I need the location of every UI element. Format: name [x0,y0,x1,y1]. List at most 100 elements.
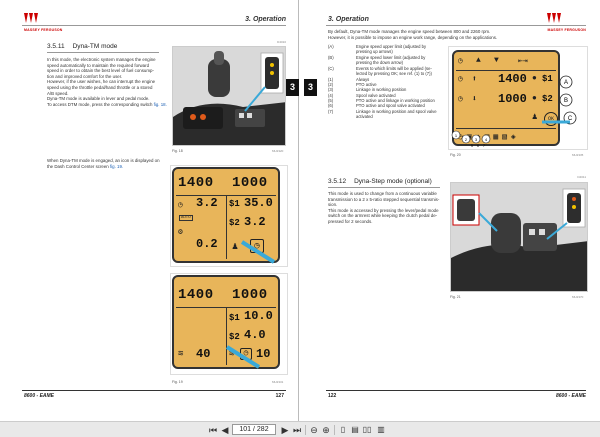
page-number-input[interactable] [232,424,276,435]
section-rule [47,52,159,53]
lcd3-clock-icon-2: ◷ [458,75,463,84]
lcd2-s2-label: $2 [229,332,240,342]
brand-logo: MASSEY FERGUSON [24,10,63,32]
list-val: pressing the down arrow) [356,60,404,65]
lcd2-pointer-arrow [225,345,261,369]
lcd1-rpm-right: 1000 [232,175,268,191]
callout-6-label: 6 [477,144,479,148]
lcd1-vdivider [226,195,227,259]
lcd3-down-arrow-icon: ⬇ [472,95,477,104]
section2-title: Dyna-Step mode (optional) [354,178,432,185]
lcd1-row4-val: 0.2 [196,237,218,251]
list-key: (C) [328,66,334,71]
section2-rule [328,187,440,188]
lcd2-left-val: 40 [196,347,211,361]
callout-5-label: 5 [471,144,473,148]
list-val: PTO active and spool valve activated [356,103,425,108]
paragraph-text: When Dyna-TM mode is engaged, an icon is… [47,158,160,169]
paragraph-dyna-tm: In this mode, the electronic system mana… [47,57,167,107]
paragraph-text: In this mode, the electronic system mana… [47,57,156,107]
two-page-continuous-icon[interactable]: ▥ [376,424,386,436]
forward-icon[interactable]: ⊕ [321,424,331,436]
right-page: 3. Operation MASSEY FERGUSON 3 By defaul… [300,0,600,421]
callout-b-label: B [564,98,568,104]
back-icon[interactable]: ⊖ [309,424,319,436]
toolbar-separator [305,425,306,435]
lcd2-s1-val: 10.0 [244,309,273,323]
list-key: (6) [328,103,334,108]
armrest-illustration [173,47,285,145]
lcd2-s1-label: $1 [229,313,240,323]
left-page: MASSEY FERGUSON 3. Operation D4010 3.5.1… [0,0,299,421]
list-key: (A) [328,44,334,49]
page-number-left: 127 [275,393,284,399]
two-page-icon[interactable]: ▯▯ [362,424,372,436]
section2-paragraph: This mode is used to change from a conti… [328,191,440,224]
lcd1-auto-badge: AUTO [179,215,193,221]
footer-rule [22,390,286,391]
lcd2-rpm-right: 1000 [232,287,268,303]
armrest-illustration-2 [451,183,587,291]
fig18-ref: MU2320 [272,149,284,153]
footer-model: 8600 - EAME [24,393,55,399]
viewer-toolbar: ⏮ ◀ ▶ ⏭ ⊖ ⊕ ▯ ▤ ▯▯ ▥ [0,421,600,437]
lcd3-clock-icon-3: ◷ [458,95,463,104]
callout-7-label: 7 [483,144,485,148]
footer-model-right: 8600 - EAME [555,393,586,399]
fig18-link[interactable]: fig. 18. [154,102,167,107]
prev-page-icon[interactable]: ◀ [220,424,230,436]
fig21-caption: Fig. 21 [450,295,461,299]
header-rule-right [326,25,586,26]
fig20-ref: MU2335 [572,153,584,157]
toolbar-separator [334,425,335,435]
lcd1-pointer-arrow [240,240,276,264]
lcd3-event-callouts: 1 2 3 4 5 6 7 [451,130,491,148]
fig19-link[interactable]: fig. 19. [110,164,123,169]
chapter-tab-3: 3 [286,79,299,96]
triple-triangle-logo-icon [24,13,38,23]
lcd1-rpm-left: 1400 [178,175,214,191]
lcd1-s1-val: 35.0 [244,196,273,210]
fig20-caption: Fig. 20 [450,153,461,157]
section-title: Dyna-TM mode [72,43,118,50]
lcd3-down-icon: ▼ [494,56,499,65]
fig19-ref: MU2331 [272,380,284,384]
list-key: (B) [328,55,334,60]
section2-number: 3.5.12 [328,178,347,185]
lcd1-s2-val: 3.2 [244,215,266,229]
intro-paragraph: By default, Dyna-TM mode manages the eng… [328,29,498,40]
paragraph-dyna-tm-engaged: When Dyna-TM mode is engaged, an icon is… [47,158,167,169]
list-key: (3) [328,87,334,92]
fig21-ref: MU2370 [572,295,584,299]
continuous-icon[interactable]: ▤ [350,424,360,436]
list-val: pressing up arrows) [356,49,393,54]
document-viewer: MASSEY FERGUSON 3. Operation D4010 3.5.1… [0,0,600,421]
lcd1-s1-label: $1 [229,199,240,209]
chapter-title: 3. Operation [245,16,286,23]
header-rule [22,25,286,26]
brand-name: MASSEY FERGUSON [24,28,63,32]
section-ref: D4010 [277,40,286,44]
lcd3-clock-icon: ◷ [458,57,463,66]
lcd1-row2-val: 3.2 [196,196,218,210]
first-page-icon[interactable]: ⏮ [208,424,218,436]
triple-triangle-logo-icon [547,13,562,23]
section-number: 3.5.11 [47,43,65,50]
single-page-icon[interactable]: ▯ [338,424,348,436]
list-val: lected by pressing OK; see ref. (1) to (… [356,71,432,76]
lcd1-s2-label: $2 [229,218,240,228]
footer-rule-right [326,390,586,391]
lcd2-slip-icon: ≋ [178,349,184,359]
lcd1-operator-icon: ♟ [232,242,239,253]
callout-a-label: A [564,80,568,86]
lcd1-gear-icon: ⚙ [178,228,183,237]
list-key: (7) [328,109,334,114]
next-page-icon[interactable]: ▶ [280,424,290,436]
lcd1-clock-icon: ◷ [178,201,183,210]
lcd3-up-icon: ▲ [476,56,481,65]
last-page-icon[interactable]: ⏭ [292,424,302,436]
lcd2-s2-val: 4.0 [244,328,266,342]
fig18-armrest-photo [172,46,286,146]
fig21-armrest-photo [450,182,588,292]
fig19-caption: Fig. 19 [172,380,183,384]
